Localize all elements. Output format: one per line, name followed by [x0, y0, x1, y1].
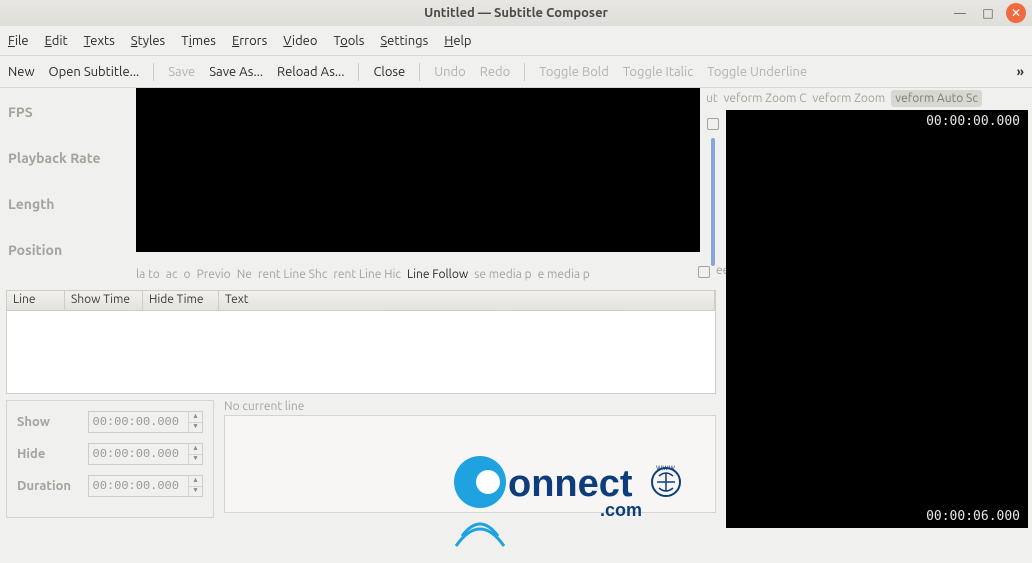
duration-value: 00:00:00.000 [93, 479, 179, 493]
toolbar-overflow-button[interactable]: » [1017, 65, 1024, 79]
header-line[interactable]: Line [7, 291, 65, 310]
open-subtitle-button[interactable]: Open Subtitle... [49, 65, 140, 79]
main-area: FPS Playback Rate Length Position la to … [0, 88, 1032, 540]
separator-icon [153, 63, 154, 81]
mini-btn[interactable]: la to [136, 268, 160, 281]
playback-rate-label: Playback Rate [8, 150, 128, 166]
mini-btn[interactable]: rent Line Hic [333, 268, 401, 281]
waveform-zoom-in-button[interactable]: veform Zoom [812, 92, 885, 105]
main-toolbar: New Open Subtitle... Save Save As... Rel… [0, 56, 1032, 88]
spin-down-icon[interactable]: ▼ [189, 422, 202, 433]
time-edit-box: Show 00:00:00.000 ▲ ▼ Hide 00:00:00.000 … [6, 400, 214, 518]
spin-down-icon[interactable]: ▼ [189, 486, 202, 497]
toggle-bold-button: Toggle Bold [539, 65, 609, 79]
separator-icon [524, 63, 525, 81]
window-title: Untitled — Subtitle Composer [424, 6, 608, 20]
waveform-zoom-out-button[interactable]: veform Zoom C [724, 92, 807, 105]
spin-up-icon[interactable]: ▲ [189, 412, 202, 422]
video-info-labels: FPS Playback Rate Length Position [8, 104, 128, 258]
subtitle-table[interactable]: Line Show Time Hide Time Text [6, 290, 716, 394]
spin-up-icon[interactable]: ▲ [189, 444, 202, 454]
table-header: Line Show Time Hide Time Text [7, 291, 715, 311]
save-button: Save [168, 65, 195, 79]
toggle-underline-button: Toggle Underline [707, 65, 807, 79]
duration-input[interactable]: 00:00:00.000 ▲ ▼ [88, 475, 203, 497]
video-controls-toolbar: la to ac o Previo Ne rent Line Shc rent … [136, 264, 700, 284]
menu-video[interactable]: Video [283, 34, 317, 48]
mini-btn[interactable]: Previo [197, 268, 231, 281]
bottom-panel: Show 00:00:00.000 ▲ ▼ Hide 00:00:00.000 … [6, 400, 716, 518]
mini-btn[interactable]: rent Line Shc [258, 268, 327, 281]
waveform-toolbar: ut veform Zoom C veform Zoom veform Auto… [706, 88, 1028, 108]
mini-btn[interactable]: ac [166, 268, 178, 281]
show-time-label: Show [17, 415, 80, 429]
spin-buttons: ▲ ▼ [188, 412, 202, 432]
menu-edit[interactable]: Edit [45, 34, 68, 48]
video-preview[interactable] [136, 88, 700, 252]
spin-up-icon[interactable]: ▲ [189, 476, 202, 486]
hide-time-label: Hide [17, 447, 80, 461]
subtitle-text-editor-wrap: No current line [224, 400, 716, 518]
mini-btn[interactable]: o [184, 268, 191, 281]
mini-btn[interactable]: e media p [538, 268, 590, 281]
undo-button: Undo [434, 65, 466, 79]
mini-btn[interactable]: se media p [474, 268, 531, 281]
minimize-button[interactable]: — [950, 3, 970, 23]
menu-help[interactable]: Help [444, 34, 471, 48]
waveform-timecode-top: 00:00:00.000 [926, 114, 1020, 129]
toggle-italic-button: Toggle Italic [623, 65, 693, 79]
line-follow-button[interactable]: Line Follow [407, 268, 468, 281]
hide-time-input[interactable]: 00:00:00.000 ▲ ▼ [88, 443, 203, 465]
close-subtitle-button[interactable]: Close [373, 65, 405, 79]
spin-down-icon[interactable]: ▼ [189, 454, 202, 465]
redo-button: Redo [480, 65, 510, 79]
menu-tools[interactable]: Tools [333, 34, 364, 48]
spin-buttons: ▲ ▼ [188, 444, 202, 464]
spin-buttons: ▲ ▼ [188, 476, 202, 496]
waveform-panel: ut veform Zoom C veform Zoom veform Auto… [706, 88, 1028, 528]
menu-settings[interactable]: Settings [380, 34, 428, 48]
waveform-btn[interactable]: ut [706, 92, 718, 105]
waveform-left-controls [706, 110, 720, 266]
window-buttons: — □ ✕ [950, 3, 1026, 23]
show-time-input[interactable]: 00:00:00.000 ▲ ▼ [88, 411, 203, 433]
maximize-button[interactable]: □ [978, 3, 998, 23]
header-show-time[interactable]: Show Time [65, 291, 143, 310]
menu-bar: File Edit Texts Styles Times Errors Vide… [0, 26, 1032, 56]
menu-texts[interactable]: Texts [84, 34, 115, 48]
position-label: Position [8, 242, 128, 258]
waveform-view[interactable]: 00:00:00.000 00:00:06.000 [726, 110, 1028, 528]
waveform-timecode-bottom: 00:00:06.000 [926, 509, 1020, 524]
menu-times[interactable]: Times [181, 34, 216, 48]
separator-icon [419, 63, 420, 81]
duration-label: Duration [17, 479, 80, 493]
title-bar: Untitled — Subtitle Composer — □ ✕ [0, 0, 1032, 26]
hide-time-value: 00:00:00.000 [93, 447, 179, 461]
menu-file[interactable]: File [8, 34, 29, 48]
fps-label: FPS [8, 104, 128, 120]
menu-errors[interactable]: Errors [232, 34, 267, 48]
separator-icon [358, 63, 359, 81]
waveform-auto-scroll-button[interactable]: veform Auto Sc [891, 90, 982, 107]
no-current-line-label: No current line [224, 400, 716, 413]
close-window-button[interactable]: ✕ [1006, 3, 1026, 23]
waveform-zoom-slider[interactable] [711, 138, 715, 266]
save-as-button[interactable]: Save As... [209, 65, 263, 79]
header-text[interactable]: Text [219, 291, 715, 310]
show-time-value: 00:00:00.000 [93, 415, 179, 429]
waveform-checkbox[interactable] [707, 118, 719, 130]
mini-btn[interactable]: Ne [237, 268, 252, 281]
subtitle-text-editor[interactable] [224, 415, 716, 513]
reload-as-button[interactable]: Reload As... [277, 65, 344, 79]
new-button[interactable]: New [8, 65, 35, 79]
header-hide-time[interactable]: Hide Time [143, 291, 219, 310]
menu-styles[interactable]: Styles [131, 34, 165, 48]
length-label: Length [8, 196, 128, 212]
